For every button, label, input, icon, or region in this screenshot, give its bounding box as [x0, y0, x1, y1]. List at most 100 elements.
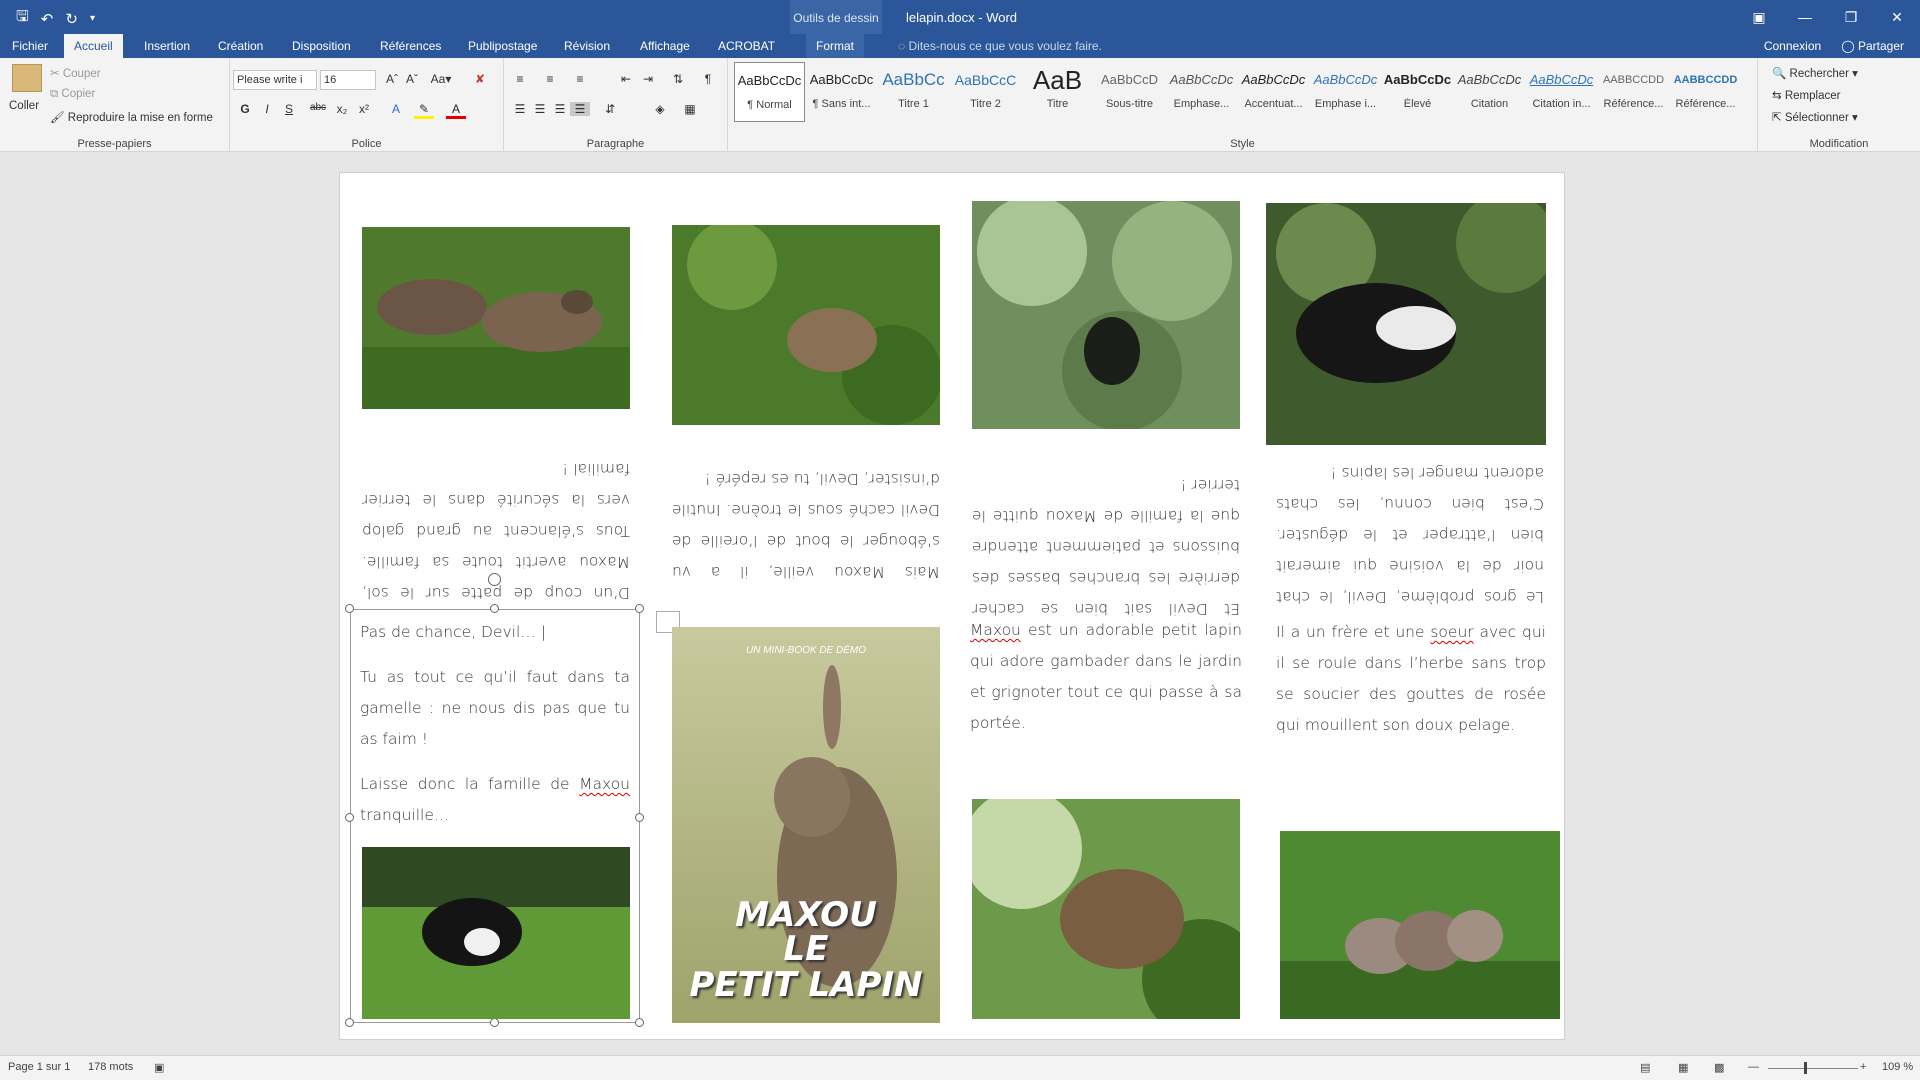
- cut-button[interactable]: ✂ Couper: [50, 66, 101, 80]
- rotate-handle[interactable]: [488, 573, 501, 586]
- grow-font-icon[interactable]: Aˆ: [382, 72, 402, 86]
- close-icon[interactable]: ✕: [1874, 0, 1920, 34]
- tab-references[interactable]: Références: [370, 34, 451, 58]
- save-icon[interactable]: 🖫: [16, 6, 29, 31]
- multilevel-list-icon[interactable]: ≡: [570, 72, 590, 86]
- proofing-icon[interactable]: ▣: [154, 1061, 164, 1074]
- redo-icon[interactable]: ↻: [65, 10, 78, 28]
- tab-publipostage[interactable]: Publipostage: [458, 34, 547, 58]
- increase-indent-icon[interactable]: ⇥: [638, 72, 658, 86]
- document-page[interactable]: D’un coup de patte sur le sol, Maxou ave…: [339, 172, 1565, 1040]
- line-spacing-icon[interactable]: ⇵: [600, 102, 620, 116]
- style-normal[interactable]: AaBbCcDc ¶ Normal: [734, 62, 805, 122]
- photo-rabbits-grass[interactable]: [362, 227, 630, 409]
- panel4-text[interactable]: Il a un frère et une soeur avec qui il s…: [1276, 617, 1546, 741]
- style-titre-1[interactable]: AaBbCc Titre 1: [878, 62, 949, 122]
- flipped-text-3[interactable]: Et Devil sait bien se cacher derrière le…: [972, 469, 1240, 624]
- clear-format-icon[interactable]: ✘: [470, 72, 490, 86]
- zoom-out-icon[interactable]: —: [1748, 1061, 1759, 1073]
- font-name-box[interactable]: Please write i: [233, 70, 317, 90]
- print-layout-icon[interactable]: ▦: [1678, 1061, 1688, 1074]
- justify-icon[interactable]: ☰: [570, 102, 590, 116]
- decrease-indent-icon[interactable]: ⇤: [616, 72, 636, 86]
- align-left-icon[interactable]: ☰: [510, 102, 530, 116]
- web-layout-icon[interactable]: ▩: [1714, 1061, 1724, 1074]
- underline-button[interactable]: S: [279, 102, 299, 116]
- panel1-text[interactable]: Pas de chance, Devil… | Tu as tout ce qu…: [360, 617, 630, 845]
- photo-black-cat[interactable]: [1266, 203, 1546, 445]
- photo-cat-lawn[interactable]: [362, 847, 630, 1019]
- style-emphase-pale[interactable]: AaBbCcDc Emphase...: [1166, 62, 1237, 122]
- minimize-icon[interactable]: —: [1782, 0, 1828, 34]
- copy-button[interactable]: ⧉ Copier: [50, 88, 95, 101]
- spelling-error[interactable]: Maxou: [579, 775, 630, 793]
- tell-me-box[interactable]: ◌ Dites-nous ce que vous voulez faire.: [898, 34, 1102, 58]
- strikethrough-button[interactable]: abc: [306, 102, 330, 113]
- read-mode-icon[interactable]: ▤: [1640, 1061, 1650, 1074]
- photo-rabbit-hiding[interactable]: [672, 225, 940, 425]
- tab-revision[interactable]: Révision: [554, 34, 620, 58]
- replace-button[interactable]: ⇆ Remplacer: [1772, 88, 1840, 102]
- photo-three-rabbits[interactable]: [1280, 831, 1560, 1019]
- signin-link[interactable]: Connexion: [1764, 34, 1821, 58]
- flipped-text-2[interactable]: Mais Maxou veille, il a vu s’ébouger le …: [672, 463, 940, 587]
- document-area[interactable]: D’un coup de patte sur le sol, Maxou ave…: [0, 152, 1920, 1055]
- font-size-box[interactable]: 16: [320, 70, 376, 90]
- pilcrow-icon[interactable]: ¶: [698, 72, 718, 86]
- select-button[interactable]: ⇱ Sélectionner ▾: [1772, 110, 1858, 124]
- restore-icon[interactable]: ❐: [1828, 0, 1874, 34]
- customize-icon[interactable]: ▾: [90, 13, 95, 24]
- font-color-icon[interactable]: A: [446, 102, 466, 119]
- text-effects-icon[interactable]: A: [386, 102, 406, 116]
- find-button[interactable]: 🔍 Rechercher ▾: [1772, 66, 1858, 80]
- share-button[interactable]: ◯ Partager: [1841, 34, 1904, 58]
- style-reference-pale[interactable]: AABBCCDD Référence...: [1598, 62, 1669, 122]
- style-titre-2[interactable]: AaBbCcC Titre 2: [950, 62, 1021, 122]
- tab-accueil[interactable]: Accueil: [64, 34, 123, 58]
- resize-handle[interactable]: [345, 813, 354, 822]
- style-citation-intense[interactable]: AaBbCcDc Citation in...: [1526, 62, 1597, 122]
- borders-icon[interactable]: ▦: [680, 102, 700, 116]
- undo-icon[interactable]: ↶: [41, 10, 54, 28]
- subscript-button[interactable]: x₂: [332, 102, 352, 116]
- sort-icon[interactable]: ⇅: [668, 72, 688, 86]
- word-count[interactable]: 178 mots: [88, 1061, 133, 1073]
- resize-handle[interactable]: [635, 1018, 644, 1027]
- paste-icon[interactable]: [12, 64, 42, 92]
- tab-fichier[interactable]: Fichier: [2, 34, 58, 58]
- style-emphase-intense[interactable]: AaBbCcDc Emphase i...: [1310, 62, 1381, 122]
- format-painter-button[interactable]: 🖌 Reproduire la mise en forme: [50, 110, 213, 124]
- tab-acrobat[interactable]: ACROBAT: [708, 34, 785, 58]
- shrink-font-icon[interactable]: Aˇ: [402, 72, 422, 86]
- resize-handle[interactable]: [635, 604, 644, 613]
- bullets-icon[interactable]: ≡: [510, 72, 530, 86]
- tab-insertion[interactable]: Insertion: [134, 34, 200, 58]
- tab-disposition[interactable]: Disposition: [282, 34, 361, 58]
- style-sous-titre[interactable]: AaBbCcD Sous-titre: [1094, 62, 1165, 122]
- style-reference-intense[interactable]: AABBCCDD Référence...: [1670, 62, 1741, 122]
- style-eleve[interactable]: AaBbCcDc Élevé: [1382, 62, 1453, 122]
- resize-handle[interactable]: [345, 604, 354, 613]
- flipped-text-4[interactable]: Le gros problème, Devil, le chat noir de…: [1276, 457, 1544, 612]
- resize-handle[interactable]: [345, 1018, 354, 1027]
- bold-button[interactable]: G: [235, 102, 255, 116]
- change-case-icon[interactable]: Aa▾: [426, 72, 456, 86]
- style-sans-interligne[interactable]: AaBbCcDc ¶ Sans int...: [806, 62, 877, 122]
- zoom-slider[interactable]: [1768, 1068, 1858, 1069]
- resize-handle[interactable]: [635, 813, 644, 822]
- highlight-icon[interactable]: ✎: [414, 102, 434, 119]
- resize-handle[interactable]: [490, 1018, 499, 1027]
- italic-button[interactable]: I: [257, 102, 277, 116]
- style-accentuation[interactable]: AaBbCcDc Accentuat...: [1238, 62, 1309, 122]
- spelling-error[interactable]: Maxou: [970, 621, 1021, 639]
- style-titre[interactable]: AaB Titre: [1022, 62, 1093, 122]
- tab-format[interactable]: Format: [806, 34, 865, 58]
- resize-handle[interactable]: [490, 604, 499, 613]
- align-right-icon[interactable]: ☰: [550, 102, 570, 116]
- paste-button[interactable]: Coller: [9, 100, 39, 112]
- shading-icon[interactable]: ◈: [650, 102, 670, 116]
- tab-creation[interactable]: Création: [208, 34, 273, 58]
- zoom-level[interactable]: 109 %: [1882, 1061, 1913, 1073]
- photo-rabbit-leaves[interactable]: [972, 799, 1240, 1019]
- superscript-button[interactable]: x²: [354, 102, 374, 116]
